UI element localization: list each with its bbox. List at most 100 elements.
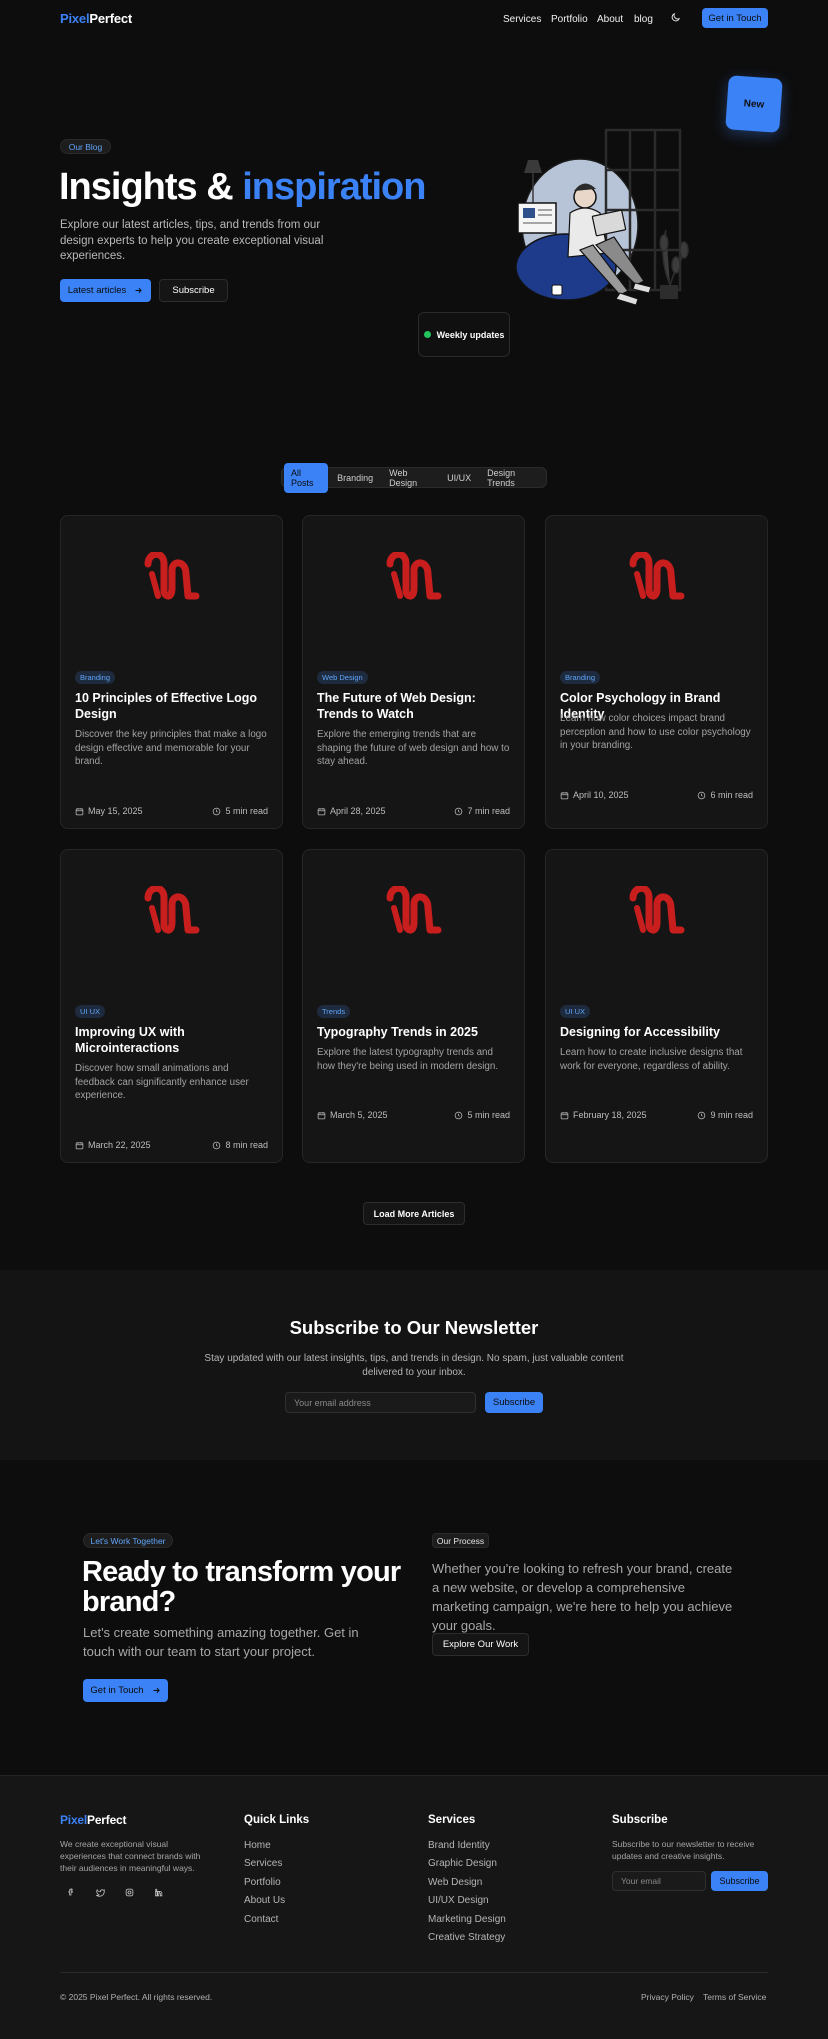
terms-link[interactable]: Terms of Service [703, 1992, 766, 2002]
cta-get-in-touch-button[interactable]: Get in Touch [83, 1679, 168, 1702]
hero-pill: Our Blog [60, 139, 111, 154]
post-meta: March 5, 2025 5 min read [317, 1110, 510, 1120]
hero-subscribe-label: Subscribe [172, 285, 215, 296]
clock-icon [697, 791, 706, 800]
post-tag: UI UX [560, 1005, 591, 1018]
post-title[interactable]: The Future of Web Design: Trends to Watc… [317, 690, 510, 722]
theme-toggle-moon-icon[interactable] [670, 12, 681, 23]
weekly-updates-badge: Weekly updates [418, 312, 510, 357]
post-read-time: 7 min read [467, 806, 510, 816]
footer-logo[interactable]: PixelPerfect [60, 1813, 127, 1827]
twitter-icon[interactable] [89, 1881, 111, 1903]
post-title[interactable]: Designing for Accessibility [560, 1024, 753, 1040]
post-tag: Branding [560, 671, 601, 684]
post-title[interactable]: Typography Trends in 2025 [317, 1024, 510, 1040]
post-card[interactable]: Branding Color Psychology in Brand Ident… [545, 515, 768, 829]
clock-icon [212, 1141, 221, 1150]
post-card[interactable]: UI UX Improving UX with Microinteraction… [60, 849, 283, 1163]
footer-link-home[interactable]: Home [244, 1840, 271, 1851]
clock-icon [697, 1111, 706, 1120]
footer-link-services[interactable]: Services [244, 1858, 282, 1869]
process-text: Whether you're looking to refresh your b… [432, 1561, 733, 1633]
post-read-time: 5 min read [225, 806, 268, 816]
footer-link-portfolio[interactable]: Portfolio [244, 1877, 281, 1888]
clock-icon [454, 807, 463, 816]
nav-link-about[interactable]: About [597, 14, 623, 25]
hero-subtitle: Explore our latest articles, tips, and t… [60, 219, 324, 262]
footer-subscribe-label: Subscribe [719, 1876, 760, 1886]
footer-link-contact[interactable]: Contact [244, 1914, 278, 1925]
social-links [60, 1881, 169, 1903]
explore-work-button[interactable]: Explore Our Work [432, 1633, 529, 1656]
newsletter-title: Subscribe to Our Newsletter [289, 1317, 539, 1338]
load-more-button[interactable]: Load More Articles [363, 1202, 465, 1225]
latest-articles-button[interactable]: Latest articles [60, 279, 151, 302]
footer-service-ui-ux-design[interactable]: UI/UX Design [428, 1895, 489, 1906]
brand-mark-icon [142, 886, 202, 938]
brand-mark-icon [627, 886, 687, 938]
newsletter-email-input[interactable]: Your email address [285, 1392, 476, 1413]
weekly-updates-label: Weekly updates [436, 329, 505, 340]
post-tag: Web Design [317, 671, 368, 684]
post-date: February 18, 2025 [573, 1110, 647, 1120]
footer-service-brand-identity[interactable]: Brand Identity [428, 1840, 490, 1851]
calendar-icon [317, 807, 326, 816]
footer-email-input[interactable]: Your email [612, 1871, 706, 1891]
post-date: April 10, 2025 [573, 790, 629, 800]
load-more-label: Load More Articles [373, 1208, 455, 1219]
new-badge-label: New [743, 97, 765, 111]
footer-link-about[interactable]: About Us [244, 1895, 285, 1906]
post-title[interactable]: 10 Principles of Effective Logo Design [75, 690, 268, 722]
brand-mark-icon [384, 552, 444, 604]
hero-title-main: Insights & [59, 166, 243, 208]
filter-design-trends[interactable]: Design Trends [480, 463, 544, 493]
post-description: Learn how color choices impact brand per… [560, 713, 751, 751]
quick-links-heading: Quick Links [244, 1814, 310, 1826]
post-date: March 22, 2025 [88, 1140, 151, 1150]
get-in-touch-button[interactable]: Get in Touch [702, 8, 768, 28]
filter-web-design[interactable]: Web Design [382, 463, 438, 493]
footer-subscribe-heading: Subscribe [612, 1814, 668, 1826]
newsletter-text: Stay updated with our latest insights, t… [204, 1353, 624, 1378]
post-card[interactable]: Web Design The Future of Web Design: Tre… [302, 515, 525, 829]
hero-subscribe-button[interactable]: Subscribe [159, 279, 228, 302]
footer-service-graphic-design[interactable]: Graphic Design [428, 1858, 497, 1869]
nav-link-portfolio[interactable]: Portfolio [551, 14, 588, 25]
footer-subscribe-button[interactable]: Subscribe [711, 1871, 768, 1891]
post-read-time: 5 min read [467, 1110, 510, 1120]
post-card[interactable]: UI UX Designing for Accessibility Learn … [545, 849, 768, 1163]
post-read-time: 9 min read [710, 1110, 753, 1120]
post-title[interactable]: Improving UX with Microinteractions [75, 1024, 268, 1056]
newsletter-subscribe-button[interactable]: Subscribe [485, 1392, 543, 1413]
post-meta: April 10, 2025 6 min read [560, 790, 753, 800]
post-card[interactable]: Branding 10 Principles of Effective Logo… [60, 515, 283, 829]
post-card[interactable]: Trends Typography Trends in 2025 Explore… [302, 849, 525, 1163]
footer-service-web-design[interactable]: Web Design [428, 1877, 482, 1888]
cta-title: Ready to transform your brand? [82, 1556, 401, 1618]
cta-text: Let's create something amazing together.… [83, 1625, 359, 1659]
instagram-icon[interactable] [118, 1881, 140, 1903]
process-pill-label: Our Process [436, 1535, 485, 1546]
nav-link-services[interactable]: Services [503, 14, 541, 25]
hero-illustration [500, 125, 700, 320]
logo-part-2: Perfect [89, 11, 133, 26]
privacy-policy-link[interactable]: Privacy Policy [641, 1992, 694, 2002]
calendar-icon [560, 791, 569, 800]
filter-branding[interactable]: Branding [330, 468, 380, 488]
post-read-time: 8 min read [225, 1140, 268, 1150]
post-description: Explore the emerging trends that are sha… [317, 729, 510, 767]
newsletter-subscribe-label: Subscribe [492, 1397, 536, 1408]
arrow-right-icon [152, 1686, 161, 1695]
filter-all-posts[interactable]: All Posts [284, 462, 329, 493]
calendar-icon [560, 1111, 569, 1120]
facebook-icon[interactable] [60, 1881, 82, 1903]
footer-service-marketing-design[interactable]: Marketing Design [428, 1914, 506, 1925]
brand-mark-icon [627, 552, 687, 604]
linkedin-icon[interactable] [147, 1881, 169, 1903]
online-dot-icon [423, 331, 431, 338]
clock-icon [454, 1111, 463, 1120]
site-logo[interactable]: PixelPerfect [60, 11, 132, 26]
footer-service-creative-strategy[interactable]: Creative Strategy [428, 1932, 505, 1943]
nav-link-blog[interactable]: blog [634, 14, 653, 25]
filter-ui-ux[interactable]: UI/UX [440, 468, 478, 488]
